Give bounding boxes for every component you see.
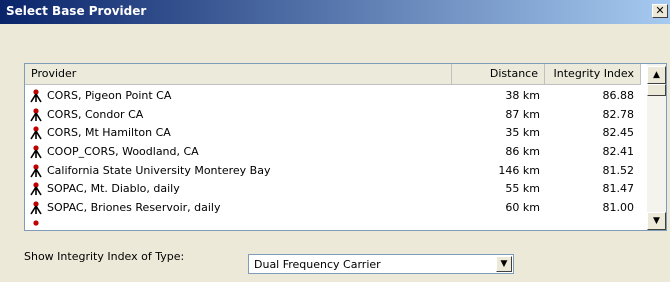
survey-tripod-icon xyxy=(30,201,42,215)
integrity-value: 82.41 xyxy=(602,145,635,159)
distance-value: 55 km xyxy=(505,182,540,196)
distance-value: 146 km xyxy=(498,163,540,177)
vertical-scrollbar[interactable]: ▲ ▼ xyxy=(647,64,666,230)
survey-tripod-icon xyxy=(30,164,42,178)
close-button[interactable]: ✕ xyxy=(652,4,668,18)
list-item[interactable]: COOP_CORS, Woodland, CA 86 km 82.41 xyxy=(25,143,641,162)
column-header-provider[interactable]: Provider xyxy=(25,64,452,84)
distance-value: 35 km xyxy=(505,126,540,140)
distance-value: 38 km xyxy=(505,89,540,102)
integrity-value: 81.52 xyxy=(602,163,635,177)
list-item-partial[interactable] xyxy=(25,218,641,230)
distance-value: 86 km xyxy=(505,145,540,159)
scroll-down-button[interactable]: ▼ xyxy=(647,212,666,230)
distance-value: 60 km xyxy=(505,201,540,215)
survey-tripod-icon xyxy=(30,145,42,159)
provider-name: SOPAC, Mt. Diablo, daily xyxy=(47,182,180,196)
integrity-type-label: Show Integrity Index of Type: xyxy=(24,250,185,263)
list-item[interactable]: CORS, Condor CA 87 km 82.78 xyxy=(25,106,641,125)
integrity-value: 86.88 xyxy=(602,89,635,102)
column-header-distance[interactable]: Distance xyxy=(452,64,545,84)
title-bar[interactable]: Select Base Provider ✕ xyxy=(0,0,670,24)
survey-tripod-icon xyxy=(30,126,42,140)
column-header-integrity[interactable]: Integrity Index xyxy=(545,64,641,84)
provider-name: COOP_CORS, Woodland, CA xyxy=(47,145,199,159)
provider-name: SOPAC, Briones Reservoir, daily xyxy=(47,201,221,215)
provider-list[interactable]: Provider Distance Integrity Index CORS, … xyxy=(24,63,667,231)
list-item[interactable]: California State University Monterey Bay… xyxy=(25,162,641,181)
integrity-value: 82.78 xyxy=(602,107,635,121)
window-title: Select Base Provider xyxy=(6,4,147,18)
list-item[interactable]: SOPAC, Mt. Diablo, daily 55 km 81.47 xyxy=(25,180,641,199)
distance-value: 87 km xyxy=(505,107,540,121)
list-rows: CORS, Pigeon Point CA 38 km 86.88 CORS, … xyxy=(25,87,641,230)
survey-tripod-icon xyxy=(33,220,39,226)
integrity-value: 81.47 xyxy=(602,182,635,196)
chevron-down-icon[interactable]: ▼ xyxy=(496,256,512,272)
list-item[interactable]: CORS, Pigeon Point CA 38 km 86.88 xyxy=(25,87,641,106)
scroll-thumb[interactable] xyxy=(647,84,666,96)
provider-name: CORS, Condor CA xyxy=(47,107,144,121)
survey-tripod-icon xyxy=(30,182,42,196)
provider-name: California State University Monterey Bay xyxy=(47,163,271,177)
integrity-value: 81.00 xyxy=(602,201,635,215)
list-item[interactable]: SOPAC, Briones Reservoir, daily 60 km 81… xyxy=(25,199,641,218)
integrity-type-dropdown[interactable]: Dual Frequency Carrier ▼ xyxy=(248,254,514,274)
survey-tripod-icon xyxy=(30,89,42,103)
integrity-value: 82.45 xyxy=(602,126,635,140)
survey-tripod-icon xyxy=(30,108,42,122)
list-item[interactable]: CORS, Mt Hamilton CA 35 km 82.45 xyxy=(25,124,641,143)
scroll-up-button[interactable]: ▲ xyxy=(647,66,666,84)
integrity-type-value: Dual Frequency Carrier xyxy=(254,258,381,271)
provider-name: CORS, Pigeon Point CA xyxy=(47,89,172,102)
list-header: Provider Distance Integrity Index xyxy=(25,64,641,85)
provider-name: CORS, Mt Hamilton CA xyxy=(47,126,171,140)
